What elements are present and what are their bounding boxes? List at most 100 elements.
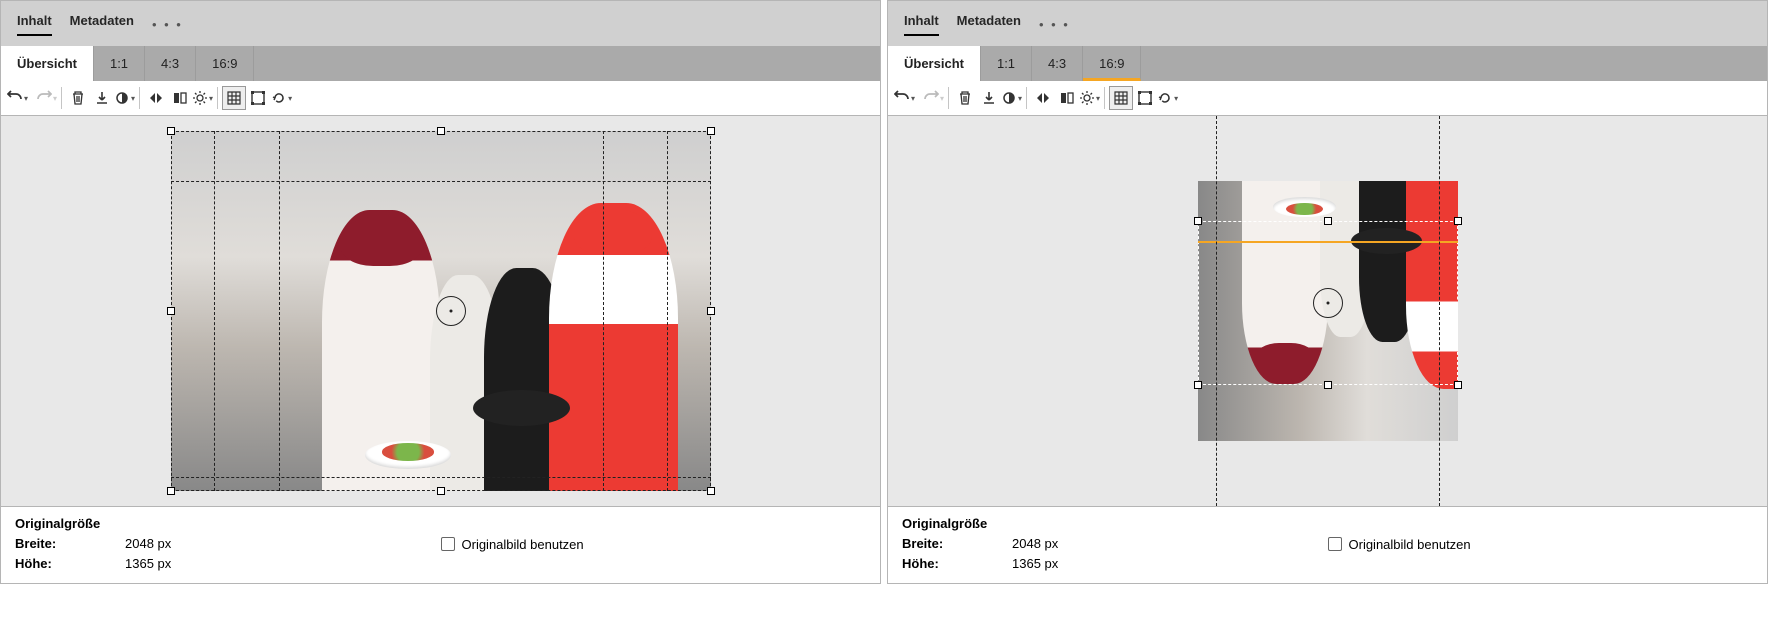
delete-button[interactable] — [66, 86, 90, 110]
caret-icon: ▾ — [1174, 94, 1178, 103]
flip-h-icon — [148, 90, 164, 106]
redo-button[interactable]: ▾ — [36, 90, 57, 106]
canvas-area[interactable] — [1, 116, 880, 506]
ratio-tab-16-9[interactable]: 16:9 — [196, 46, 254, 81]
sun-icon — [1079, 90, 1095, 106]
ratio-tab-overview[interactable]: Übersicht — [888, 46, 981, 81]
caret-icon: ▾ — [24, 94, 28, 103]
frame-button[interactable] — [1133, 86, 1157, 110]
checkbox-icon — [441, 537, 455, 551]
top-tabs: Inhalt Metadaten • • • — [888, 1, 1767, 46]
tab-metadata[interactable]: Metadaten — [957, 13, 1021, 36]
trash-icon — [957, 90, 973, 106]
download-icon — [94, 90, 110, 106]
undo-icon — [894, 90, 910, 106]
width-value: 2048 px — [1012, 536, 1058, 551]
exposure-button[interactable]: ▾ — [1001, 90, 1022, 106]
delete-button[interactable] — [953, 86, 977, 110]
separator — [1026, 87, 1027, 109]
checkbox-icon — [1328, 537, 1342, 551]
brightness-button[interactable]: ▾ — [1079, 90, 1100, 106]
original-size-title: Originalgröße — [902, 516, 1328, 531]
width-value: 2048 px — [125, 536, 171, 551]
ratio-tab-16-9[interactable]: 16:9 — [1083, 46, 1141, 81]
use-original-checkbox[interactable]: Originalbild benutzen — [1328, 517, 1471, 571]
tab-content[interactable]: Inhalt — [17, 13, 52, 36]
use-original-label: Originalbild benutzen — [462, 537, 584, 552]
ratio-tab-4-3[interactable]: 4:3 — [1032, 46, 1083, 81]
grid-icon — [1113, 90, 1129, 106]
grid-button[interactable] — [222, 86, 246, 110]
download-icon — [981, 90, 997, 106]
flip-vertical-button[interactable] — [168, 86, 192, 110]
undo-button[interactable]: ▾ — [894, 90, 915, 106]
info-panel: Originalgröße Breite: 2048 px Höhe: 1365… — [1, 506, 880, 583]
rotate-icon — [271, 90, 287, 106]
trash-icon — [70, 90, 86, 106]
caret-icon: ▾ — [209, 94, 213, 103]
download-button[interactable] — [977, 86, 1001, 110]
top-tabs: Inhalt Metadaten • • • — [1, 1, 880, 46]
original-size-title: Originalgröße — [15, 516, 441, 531]
ratio-tab-1-1[interactable]: 1:1 — [981, 46, 1032, 81]
exposure-button[interactable]: ▾ — [114, 90, 135, 106]
half-circle-icon — [114, 90, 130, 106]
width-label: Breite: — [15, 536, 75, 551]
frame-button[interactable] — [246, 86, 270, 110]
height-label: Höhe: — [15, 556, 75, 571]
more-menu-icon[interactable]: • • • — [1039, 17, 1070, 32]
caret-icon: ▾ — [288, 94, 292, 103]
rotate-button[interactable]: ▾ — [270, 90, 293, 106]
height-value: 1365 px — [1012, 556, 1058, 571]
ratio-tab-overview[interactable]: Übersicht — [1, 46, 94, 81]
separator — [1104, 87, 1105, 109]
flip-horizontal-button[interactable] — [1031, 86, 1055, 110]
editor-pane-right: Inhalt Metadaten • • • Übersicht 1:1 4:3… — [887, 0, 1768, 584]
image-preview[interactable] — [1198, 116, 1458, 506]
rotate-icon — [1157, 90, 1173, 106]
tab-content[interactable]: Inhalt — [904, 13, 939, 36]
caret-icon: ▾ — [911, 94, 915, 103]
use-original-checkbox[interactable]: Originalbild benutzen — [441, 517, 584, 571]
separator — [61, 87, 62, 109]
image-toolbar: ▾ ▾ ▾ ▾ — [1, 81, 880, 116]
redo-button[interactable]: ▾ — [923, 90, 944, 106]
caret-icon: ▾ — [131, 94, 135, 103]
flip-vertical-button[interactable] — [1055, 86, 1079, 110]
editor-pane-left: Inhalt Metadaten • • • Übersicht 1:1 4:3… — [0, 0, 881, 584]
more-menu-icon[interactable]: • • • — [152, 17, 183, 32]
redo-icon — [36, 90, 52, 106]
flip-v-icon — [172, 90, 188, 106]
brightness-button[interactable]: ▾ — [192, 90, 213, 106]
ratio-tab-4-3[interactable]: 4:3 — [145, 46, 196, 81]
canvas-area[interactable] — [888, 116, 1767, 506]
frame-icon — [250, 90, 266, 106]
use-original-label: Originalbild benutzen — [1349, 537, 1471, 552]
caret-icon: ▾ — [1018, 94, 1022, 103]
frame-icon — [1137, 90, 1153, 106]
sun-icon — [192, 90, 208, 106]
height-label: Höhe: — [902, 556, 962, 571]
redo-icon — [923, 90, 939, 106]
grid-button[interactable] — [1109, 86, 1133, 110]
caret-icon: ▾ — [940, 94, 944, 103]
caret-icon: ▾ — [53, 94, 57, 103]
tab-metadata[interactable]: Metadaten — [70, 13, 134, 36]
undo-button[interactable]: ▾ — [7, 90, 28, 106]
download-button[interactable] — [90, 86, 114, 110]
flip-horizontal-button[interactable] — [144, 86, 168, 110]
ratio-tabs: Übersicht 1:1 4:3 16:9 — [888, 46, 1767, 81]
rotate-button[interactable]: ▾ — [1157, 90, 1178, 106]
image-toolbar: ▾ ▾ ▾ ▾ — [888, 81, 1767, 116]
separator — [217, 87, 218, 109]
flip-h-icon — [1035, 90, 1051, 106]
grid-icon — [226, 90, 242, 106]
info-panel: Originalgröße Breite: 2048 px Höhe: 1365… — [888, 506, 1767, 583]
separator — [139, 87, 140, 109]
image-preview[interactable] — [171, 131, 711, 491]
width-label: Breite: — [902, 536, 962, 551]
half-circle-icon — [1001, 90, 1017, 106]
undo-icon — [7, 90, 23, 106]
ratio-tab-1-1[interactable]: 1:1 — [94, 46, 145, 81]
flip-v-icon — [1059, 90, 1075, 106]
